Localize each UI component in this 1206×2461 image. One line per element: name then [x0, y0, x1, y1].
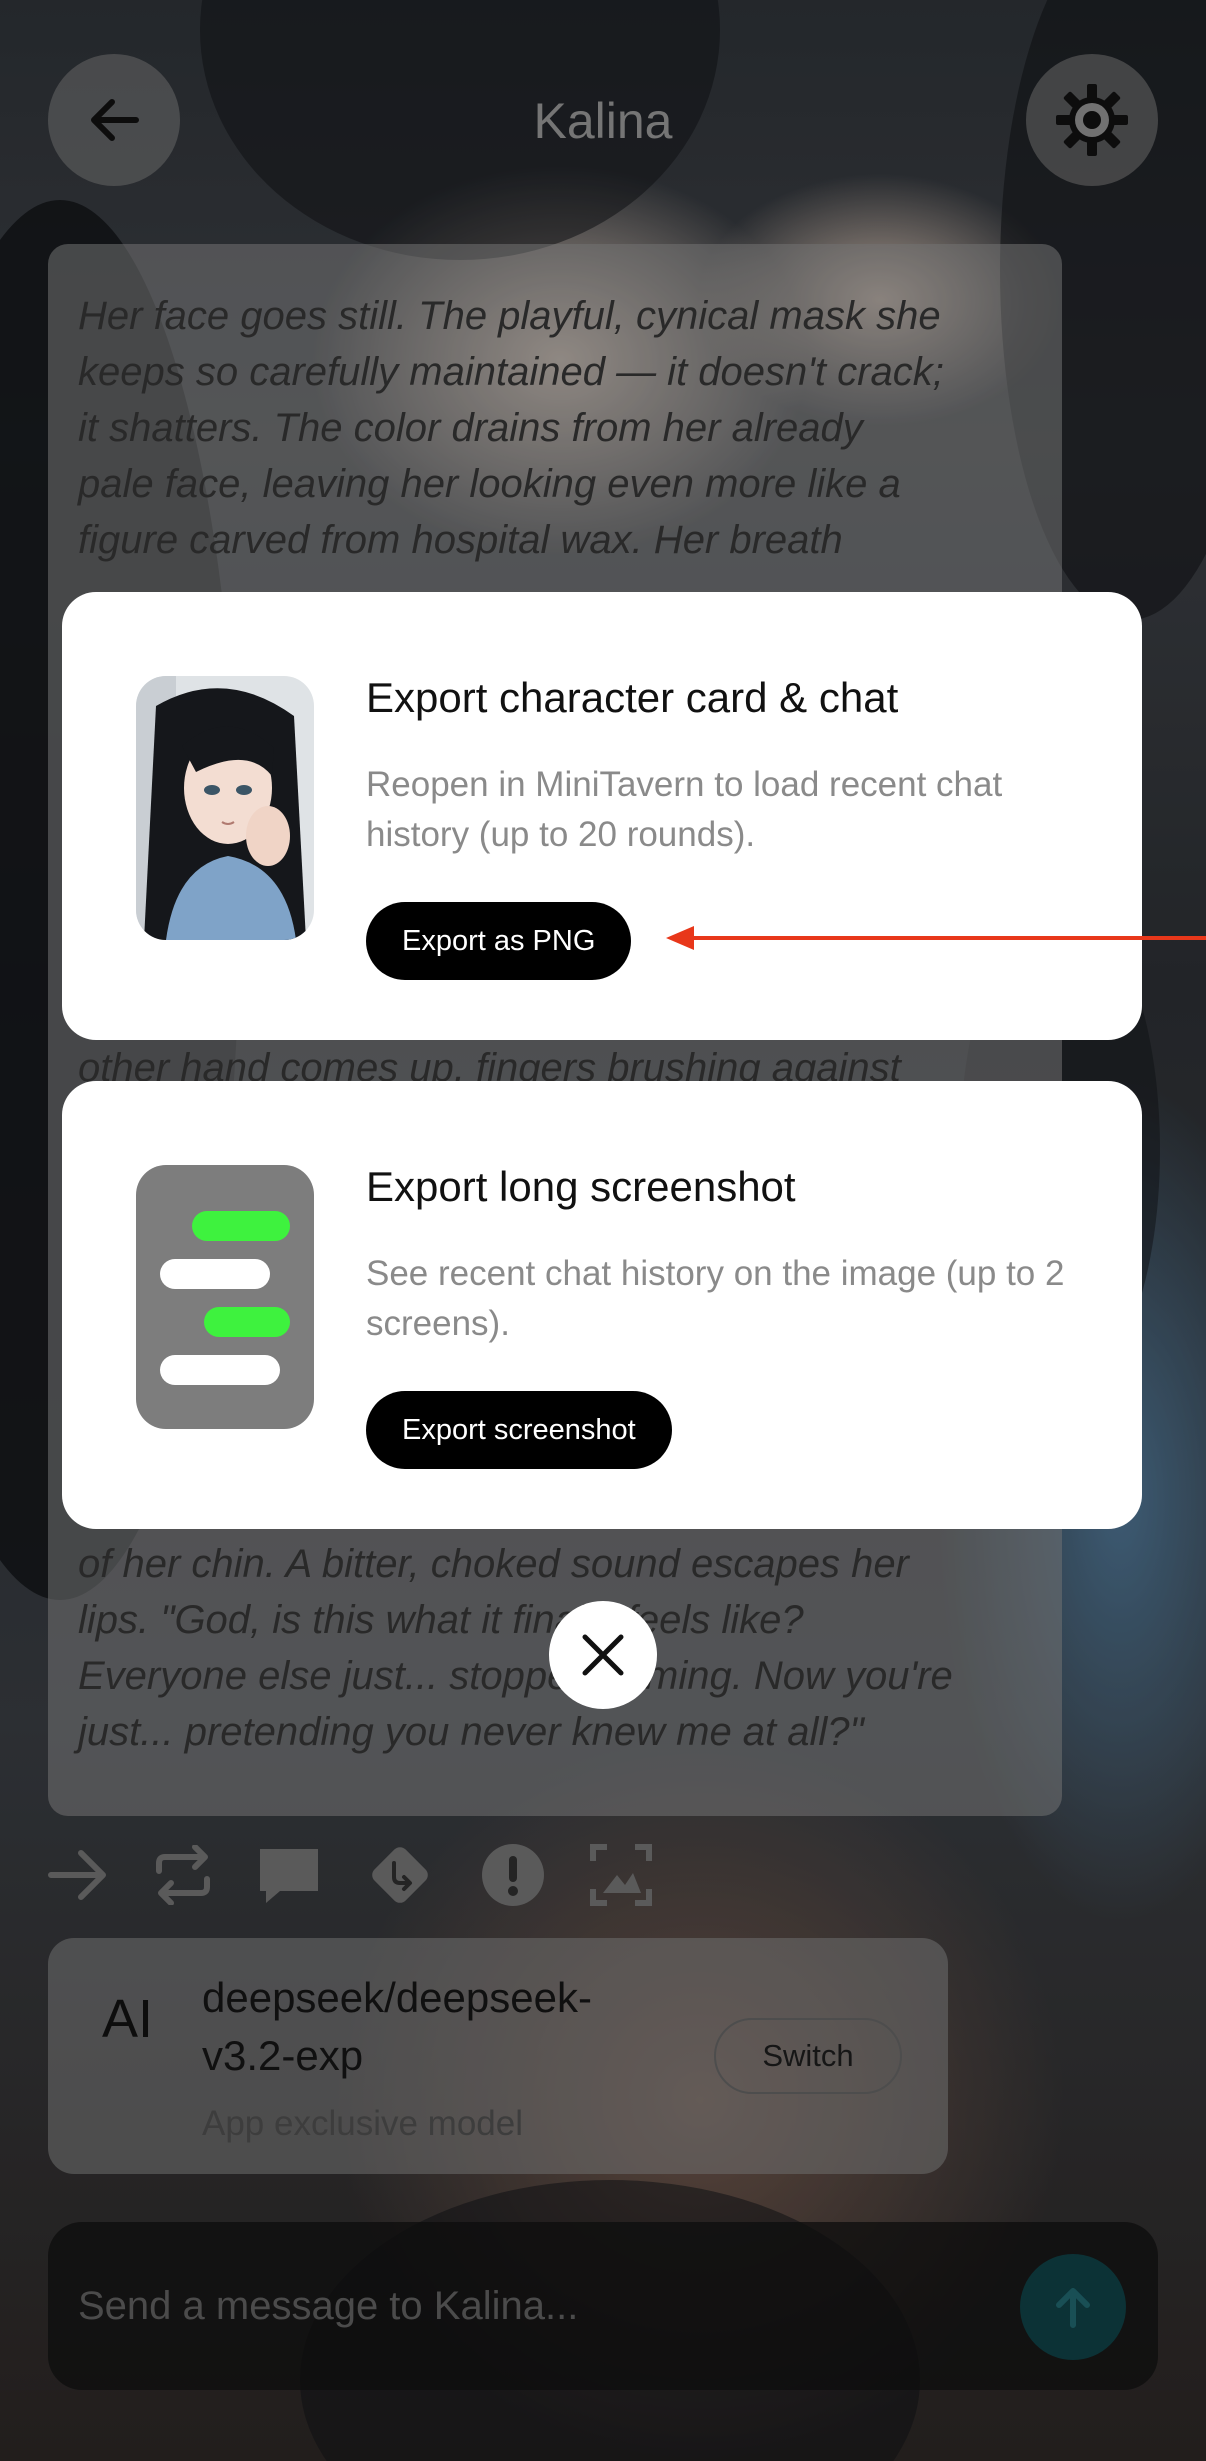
export-png-button[interactable]: Export as PNG — [366, 902, 632, 980]
card-title: Export character card & chat — [366, 674, 899, 721]
export-character-card: Export character card & chat Reopen in M… — [62, 592, 1142, 1040]
character-portrait — [136, 676, 314, 940]
chat-bubbles-icon — [136, 1165, 314, 1429]
card-title: Export long screenshot — [366, 1163, 796, 1210]
close-icon — [582, 1634, 624, 1676]
card-description: See recent chat history on the image (up… — [366, 1254, 1065, 1343]
card-description: Reopen in MiniTavern to load recent chat… — [366, 765, 1003, 854]
export-screenshot-button[interactable]: Export screenshot — [366, 1391, 672, 1469]
export-screenshot-card: Export long screenshot See recent chat h… — [62, 1081, 1142, 1529]
annotation-arrow-icon — [666, 926, 1206, 950]
close-button[interactable] — [549, 1601, 657, 1709]
